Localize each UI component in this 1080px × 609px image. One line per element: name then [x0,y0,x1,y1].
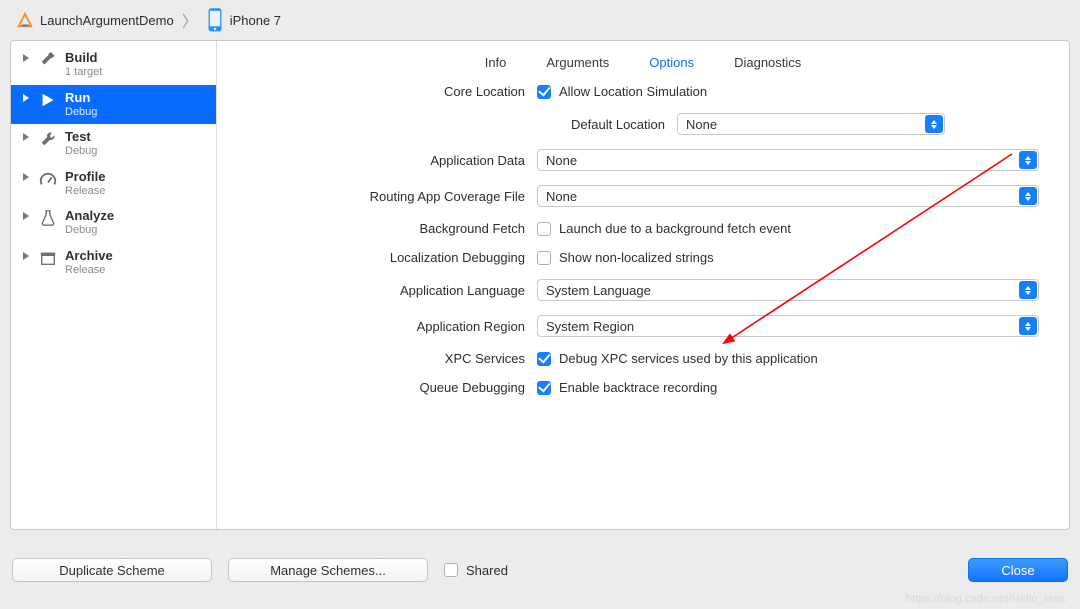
popup-caret-icon [1019,187,1037,205]
application-region-popup[interactable]: System Region [537,315,1039,337]
application-language-popup[interactable]: System Language [537,279,1039,301]
options-content: Info Arguments Options Diagnostics Core … [217,41,1069,529]
archive-box-icon [39,249,57,267]
sidebar-item-subtitle: 1 target [65,66,102,79]
duplicate-scheme-label: Duplicate Scheme [59,563,165,578]
tab-diagnostics[interactable]: Diagnostics [734,55,801,70]
sidebar-item-title: Run [65,91,97,106]
enable-backtrace-checkbox[interactable] [537,381,551,395]
wrench-icon [39,130,57,148]
sidebar-item-subtitle: Debug [65,224,114,237]
application-region-label: Application Region [227,319,537,334]
sidebar-item-title: Build [65,51,102,66]
popup-caret-icon [1019,317,1037,335]
routing-file-popup[interactable]: None [537,185,1039,207]
disclosure-triangle-icon[interactable] [21,93,31,103]
breadcrumb: LaunchArgumentDemo 〉 iPhone 7 [0,0,1080,40]
show-nonlocalized-checkbox[interactable] [537,251,551,265]
breadcrumb-separator: 〉 [180,8,200,32]
tab-arguments[interactable]: Arguments [546,55,609,70]
options-form: Core Location Allow Location Simulation … [217,84,1069,409]
default-location-popup[interactable]: None [677,113,945,135]
breadcrumb-project[interactable]: LaunchArgumentDemo [40,13,174,28]
annotation-arrow [712,144,1032,344]
sidebar-item-build[interactable]: Build 1 target [11,45,216,85]
breadcrumb-device[interactable]: iPhone 7 [230,13,281,28]
hammer-icon [39,51,57,69]
background-fetch-checkbox[interactable] [537,222,551,236]
close-button[interactable]: Close [968,558,1068,582]
tab-options[interactable]: Options [649,55,694,70]
tab-info[interactable]: Info [485,55,507,70]
xpc-services-label: XPC Services [227,351,537,366]
manage-schemes-label: Manage Schemes... [270,563,386,578]
sidebar-item-test[interactable]: Test Debug [11,124,216,164]
shared-checkbox[interactable] [444,563,458,577]
shared-label: Shared [466,563,508,578]
core-location-label: Core Location [227,84,537,99]
allow-location-simulation-label: Allow Location Simulation [559,84,707,99]
iphone-device-icon [206,11,224,29]
application-data-label: Application Data [227,153,537,168]
disclosure-triangle-icon[interactable] [21,251,31,261]
disclosure-triangle-icon[interactable] [21,172,31,182]
play-icon [39,91,57,109]
debug-xpc-label: Debug XPC services used by this applicat… [559,351,818,366]
background-fetch-check-label: Launch due to a background fetch event [559,221,791,236]
debug-xpc-checkbox[interactable] [537,352,551,366]
manage-schemes-button[interactable]: Manage Schemes... [228,558,428,582]
default-location-label: Default Location [227,117,677,132]
disclosure-triangle-icon[interactable] [21,53,31,63]
disclosure-triangle-icon[interactable] [21,132,31,142]
sidebar-item-title: Profile [65,170,105,185]
disclosure-triangle-icon[interactable] [21,211,31,221]
flask-icon [39,209,57,227]
tab-bar: Info Arguments Options Diagnostics [217,41,1069,84]
show-nonlocalized-label: Show non-localized strings [559,250,714,265]
sidebar-item-subtitle: Release [65,264,113,277]
localization-debugging-label: Localization Debugging [227,250,537,265]
queue-debugging-label: Queue Debugging [227,380,537,395]
sidebar-item-run[interactable]: Run Debug [11,85,216,125]
gauge-icon [39,170,57,188]
popup-caret-icon [1019,281,1037,299]
sidebar-item-archive[interactable]: Archive Release [11,243,216,283]
application-data-value: None [546,153,577,168]
sidebar-item-subtitle: Debug [65,106,97,119]
sidebar-item-title: Test [65,130,97,145]
sidebar-item-title: Archive [65,249,113,264]
sidebar-item-analyze[interactable]: Analyze Debug [11,203,216,243]
routing-file-value: None [546,189,577,204]
application-language-value: System Language [546,283,651,298]
default-location-value: None [686,117,717,132]
allow-location-simulation-checkbox[interactable] [537,85,551,99]
sidebar-item-title: Analyze [65,209,114,224]
footer-bar: Duplicate Scheme Manage Schemes... Share… [0,538,1080,592]
duplicate-scheme-button[interactable]: Duplicate Scheme [12,558,212,582]
application-data-popup[interactable]: None [537,149,1039,171]
scheme-sidebar: Build 1 target Run Debug Test Debug [11,41,217,529]
sidebar-item-subtitle: Release [65,185,105,198]
sidebar-item-profile[interactable]: Profile Release [11,164,216,204]
watermark-text: https://blog.csdn.net/Hello_Hwc [906,593,1066,605]
application-region-value: System Region [546,319,634,334]
popup-caret-icon [925,115,943,133]
close-button-label: Close [1001,563,1034,578]
routing-file-label: Routing App Coverage File [227,189,537,204]
popup-caret-icon [1019,151,1037,169]
background-fetch-label: Background Fetch [227,221,537,236]
xcode-app-icon [16,11,34,29]
enable-backtrace-label: Enable backtrace recording [559,380,717,395]
application-language-label: Application Language [227,283,537,298]
scheme-editor-panel: Build 1 target Run Debug Test Debug [10,40,1070,530]
sidebar-item-subtitle: Debug [65,145,97,158]
